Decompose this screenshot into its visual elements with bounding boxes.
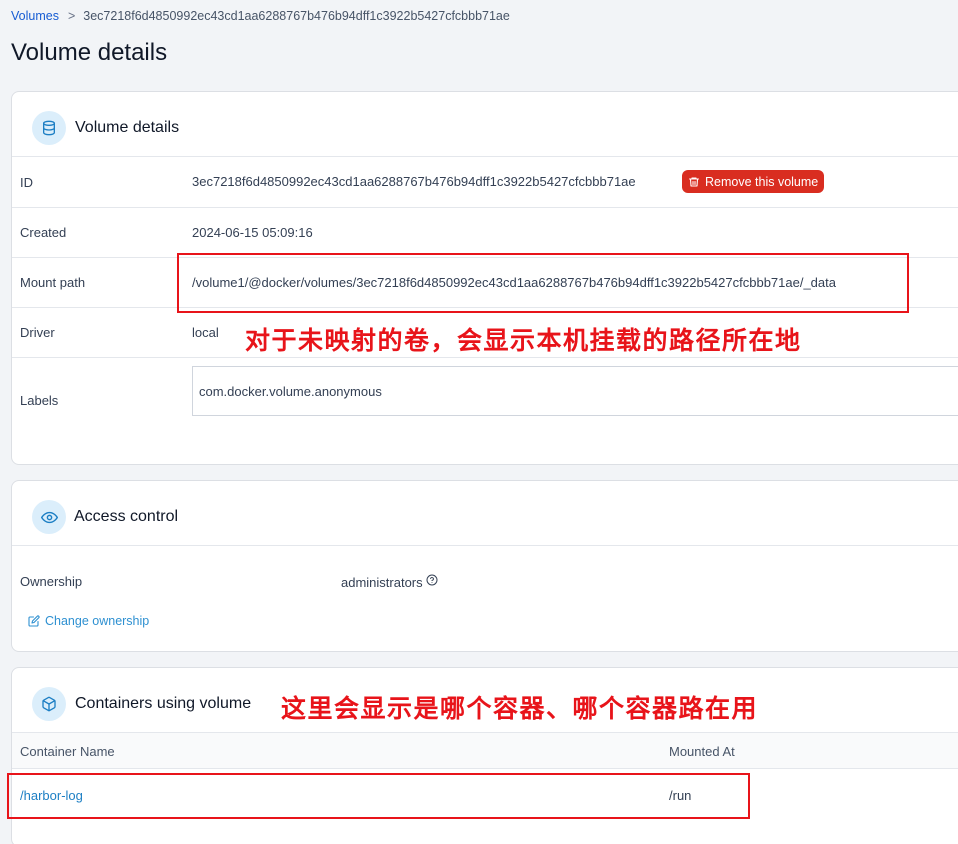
mount-path-annotation: 对于未映射的卷，会显示本机挂载的路径所在地 <box>245 326 802 355</box>
change-ownership-label: Change ownership <box>45 614 150 628</box>
id-value: 3ec7218f6d4850992ec43cd1aa6288767b476b94… <box>192 174 636 189</box>
ownership-value: administrators <box>341 575 423 590</box>
trash-icon <box>688 176 700 187</box>
cube-icon <box>32 687 66 721</box>
column-mounted-at: Mounted At <box>669 744 735 759</box>
mount-path-highlight <box>177 253 909 313</box>
row-labels: Labels com.docker.volume.anonymous <box>12 357 958 464</box>
breadcrumb-volumes-link[interactable]: Volumes <box>11 9 59 23</box>
created-value: 2024-06-15 05:09:16 <box>192 225 313 240</box>
database-icon <box>32 111 66 145</box>
volume-details-title: Volume details <box>75 119 180 136</box>
edit-icon <box>28 615 40 627</box>
container-row-highlight <box>7 773 750 819</box>
access-control-title: Access control <box>74 508 179 525</box>
access-control-header: Access control <box>12 481 958 545</box>
remove-volume-button[interactable]: Remove this volume <box>682 170 825 193</box>
containers-title: Containers using volume <box>75 695 252 712</box>
created-label: Created <box>20 225 67 240</box>
ownership-label: Ownership <box>20 574 83 589</box>
driver-label: Driver <box>20 325 55 340</box>
containers-annotation: 这里会显示是哪个容器、哪个容器路在用 <box>281 694 759 723</box>
eye-icon <box>32 500 66 534</box>
page-title: Volume details <box>11 39 168 66</box>
labels-box: com.docker.volume.anonymous <box>192 366 958 416</box>
mount-path-label: Mount path <box>20 275 86 290</box>
remove-volume-label: Remove this volume <box>705 174 819 189</box>
help-icon[interactable] <box>426 574 438 586</box>
labels-label: Labels <box>20 393 59 408</box>
labels-value: com.docker.volume.anonymous <box>199 384 382 399</box>
row-id: ID 3ec7218f6d4850992ec43cd1aa6288767b476… <box>12 156 958 207</box>
id-label: ID <box>20 175 33 190</box>
ownership-value-wrap: administrators <box>341 574 438 590</box>
containers-table-header: Container Name Mounted At <box>12 732 958 769</box>
column-container-name: Container Name <box>20 744 115 759</box>
volume-details-header: Volume details <box>12 92 958 156</box>
access-control-card: Access control Ownership administrators … <box>11 480 958 652</box>
breadcrumb-current: 3ec7218f6d4850992ec43cd1aa6288767b476b94… <box>83 9 510 23</box>
breadcrumb: Volumes >3ec7218f6d4850992ec43cd1aa628876… <box>11 9 510 23</box>
row-created: Created 2024-06-15 05:09:16 <box>12 207 958 257</box>
breadcrumb-separator: > <box>67 9 76 23</box>
change-ownership-link[interactable]: Change ownership <box>28 614 149 628</box>
ownership-section: Ownership administrators <box>12 545 958 651</box>
driver-value: local <box>192 325 219 340</box>
